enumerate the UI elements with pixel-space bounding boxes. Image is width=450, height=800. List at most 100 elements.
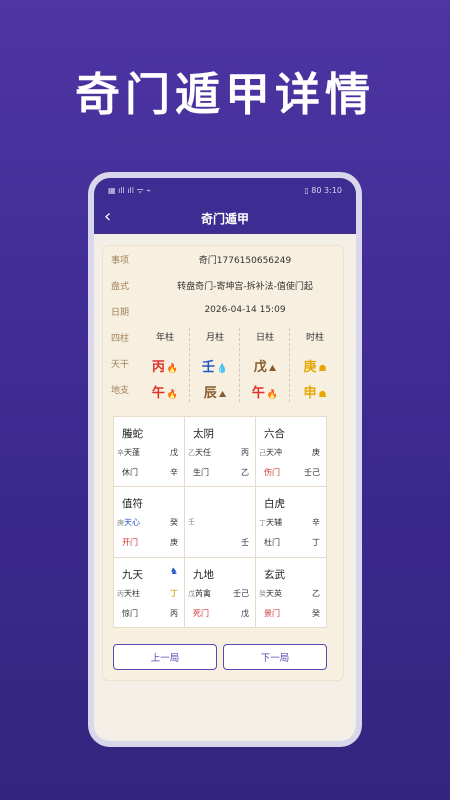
palace-earth-stem: 庚	[117, 519, 124, 528]
palace-door: 伤门	[264, 468, 280, 477]
palace-god: 玄武	[264, 568, 285, 581]
palace-stem: 丙	[170, 608, 178, 618]
chart-card: 事项 奇门1776150656249 盘式 转盘奇门-寄坤宫-拆补法-值使门起 …	[102, 245, 344, 681]
branch-char: 申	[303, 386, 317, 401]
palace-cell: 九地 戊芮禽 壬己 死门戊	[185, 557, 255, 627]
palace-star: 天辅	[266, 518, 282, 528]
palace-door: 死门	[193, 608, 209, 618]
palace-door: 休门	[122, 468, 138, 477]
palace-star: 天蓬	[124, 448, 140, 457]
item-value: 奇门1776150656249	[198, 256, 292, 266]
stem-char: 丙	[151, 360, 165, 375]
palace-cell: 白虎丁天辅 辛杜门 丁	[256, 487, 326, 557]
palace-cell: 太阴 乙天任丙生门乙	[185, 417, 255, 487]
palace-earth-stem: 丙	[117, 589, 124, 598]
branch-row: 地支 午 🔥 辰 ⛰ 午 🔥 申 ☗	[103, 378, 343, 401]
nav-bar: ‹ 奇门遁甲	[94, 202, 356, 234]
palace-heaven-stem: 壬己	[233, 588, 249, 598]
app-screen: ▦ ıll ıll ᯤ ⌁ ▯ 80 3:10 ‹ 奇门遁甲 事项 奇门1776…	[94, 178, 356, 741]
year-pillar-header: 年柱	[155, 333, 174, 343]
branch-cell: 午 🔥	[141, 382, 189, 401]
palace-heaven-stem: 辛	[312, 518, 320, 528]
palace-star: 芮禽	[195, 588, 211, 598]
phone-frame: ▦ ıll ıll ᯤ ⌁ ▯ 80 3:10 ‹ 奇门遁甲 事项 奇门1776…	[88, 172, 362, 747]
palace-stem: 壬己	[304, 468, 320, 477]
branch-cell: 午 🔥	[241, 382, 289, 401]
fire-icon: 🔥	[266, 390, 279, 400]
stem-char: 戊	[253, 360, 267, 375]
metal-icon: ☗	[318, 390, 327, 400]
palace-star-line: 辛天蓬	[117, 447, 140, 458]
palace-stem: 壬	[241, 538, 249, 548]
pillar-header-row: 四柱 年柱 月柱 日柱 时柱	[103, 326, 343, 348]
palace-stem: 庚	[170, 538, 178, 548]
info-row-date: 日期 2026-04-14 15:09	[103, 302, 343, 320]
plate-value: 转盘奇门-寄坤宫-拆补法-值使门起	[177, 282, 313, 292]
palace-star: 天英	[266, 588, 282, 598]
palace-cell: 九天 ♞ 丙天柱丁惊门丙	[114, 557, 184, 627]
next-chart-button[interactable]: 下一局	[223, 644, 327, 670]
page-title: 奇门遁甲	[200, 211, 249, 226]
earth-icon: ⛰	[218, 390, 227, 400]
palace-god: 白虎	[264, 498, 285, 511]
palace-cell: 值符 庚天心癸开门庚	[114, 487, 184, 557]
pillar-header-label: 四柱	[111, 334, 130, 344]
palace-star: 天柱	[124, 588, 140, 598]
palace-stem: 辛	[170, 468, 178, 477]
palace-earth-stem: 乙	[188, 449, 195, 457]
palace-earth-stem: 癸	[259, 589, 266, 598]
palace-star: 天任	[195, 448, 211, 457]
palace-heaven-stem: 戊	[170, 448, 178, 457]
palace-heaven-stem: 癸	[170, 518, 178, 528]
palace-heaven-stem: 丁	[170, 588, 178, 598]
palace-door: 开门	[122, 538, 138, 548]
branch-char: 辰	[203, 386, 217, 401]
palace-door: 惊门	[122, 608, 138, 618]
info-row-plate: 盘式 转盘奇门-寄坤宫-拆补法-值使门起	[103, 276, 343, 294]
back-arrow-icon[interactable]: ‹	[104, 206, 111, 227]
stem-char: 壬	[201, 360, 215, 375]
info-row-item: 事项 奇门1776150656249	[103, 250, 343, 268]
palace-stem: 乙	[241, 468, 249, 477]
palace-earth-stem: 壬	[188, 518, 195, 527]
item-label: 事项	[111, 256, 130, 266]
palace-stem: 癸	[312, 608, 320, 618]
palace-cell: 螣蛇辛天蓬 戊休门 辛	[114, 417, 184, 487]
palace-grid: 螣蛇 辛天蓬戊休门辛太阴 乙天任丙生门乙六合 己天冲庚伤门 壬己 值符 庚天心癸开门庚壬壬白…	[113, 416, 327, 628]
stem-row: 天干 丙 🔥 壬 💧 戊 ⛰ 庚 ☗	[103, 352, 343, 375]
palace-star-line: 壬	[188, 517, 195, 527]
branch-cell: 辰 ⛰	[191, 382, 239, 401]
palace-god: 九天	[122, 568, 143, 581]
day-pillar-header: 日柱	[255, 333, 274, 343]
palace-earth-stem: 己	[259, 449, 266, 457]
palace-heaven-stem: 乙	[312, 588, 320, 598]
palace-god: 六合	[264, 428, 285, 440]
metal-icon: ☗	[318, 364, 327, 374]
fire-icon: 🔥	[166, 390, 179, 400]
palace-star: 天冲	[266, 448, 282, 457]
center-palace: 壬壬	[185, 487, 255, 557]
palace-stem: 戊	[241, 608, 249, 618]
fire-icon: 🔥	[166, 364, 179, 374]
date-value: 2026-04-14 15:09	[204, 305, 286, 315]
horse-icon: ♞	[169, 566, 178, 577]
palace-god: 螣蛇	[122, 428, 143, 440]
palace-star-line: 丁天辅	[259, 517, 282, 528]
prev-chart-button[interactable]: 上一局	[113, 644, 217, 670]
status-icons-left: ▦ ıll ıll ᯤ ⌁	[108, 185, 152, 195]
branch-char: 午	[251, 386, 265, 401]
stem-cell: 丙 🔥	[141, 356, 189, 375]
hour-pillar-header: 时柱	[305, 333, 324, 343]
palace-cell: 六合 己天冲 庚伤门 壬己	[256, 417, 326, 487]
palace-door: 景门	[264, 608, 280, 618]
palace-stem: 丁	[312, 538, 320, 548]
stem-cell: 壬 💧	[191, 356, 239, 375]
palace-star-line: 庚天心	[117, 517, 140, 528]
palace-star: 天心	[124, 518, 140, 528]
date-label: 日期	[111, 308, 130, 318]
palace-god: 九地	[193, 568, 214, 581]
stem-label: 天干	[111, 360, 130, 370]
palace-heaven-stem: 丙	[241, 448, 249, 457]
stem-cell: 庚 ☗	[291, 356, 339, 375]
palace-door: 杜门	[264, 538, 280, 548]
